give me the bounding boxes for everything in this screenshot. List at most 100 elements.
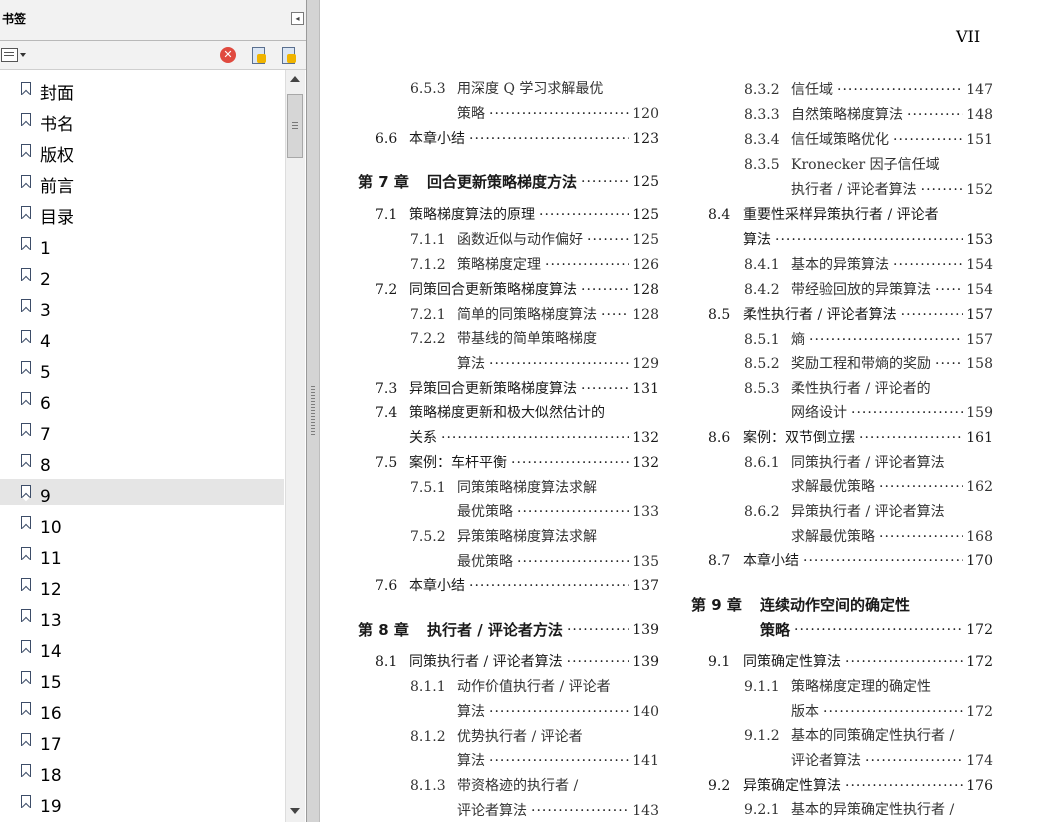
scroll-down-icon[interactable] <box>290 808 300 814</box>
bookmark-item[interactable]: 书名 <box>0 107 284 135</box>
toc-number: 8.1.3 <box>410 778 446 794</box>
toc-title: 简单的同策略梯度算法 <box>457 307 597 323</box>
toc-page-number: 141 <box>632 753 659 769</box>
toc-title: 回合更新策略梯度方法 <box>427 173 578 191</box>
toc-leader-dots: ········································… <box>935 282 963 298</box>
toc-title: 本章小结 <box>409 131 465 147</box>
bookmark-item[interactable]: 12 <box>0 572 284 600</box>
bookmark-icon <box>21 733 31 747</box>
bookmark-label: 10 <box>40 518 62 538</box>
toc-leader-dots: ········································… <box>865 753 964 769</box>
options-menu-button[interactable] <box>1 48 27 62</box>
toc-title: 版本 <box>791 704 819 720</box>
toc-title: Kronecker 因子信任域 <box>791 157 940 173</box>
toc-title: 信任域策略优化 <box>791 132 889 148</box>
toc-page-number: 162 <box>966 479 993 495</box>
scroll-up-icon[interactable] <box>290 76 300 82</box>
toc-leader-dots: ········································… <box>803 553 964 569</box>
toc-title: 奖励工程和带熵的奖励 <box>791 356 931 372</box>
bookmark-item[interactable]: 2 <box>0 262 284 290</box>
bookmark-item[interactable]: 14 <box>0 634 284 662</box>
page-number: VII <box>956 27 981 46</box>
toc-leader-dots: ········································… <box>900 307 964 323</box>
bookmark-icon <box>21 206 31 220</box>
bookmark-item[interactable]: 13 <box>0 603 284 631</box>
panel-splitter[interactable] <box>306 0 320 822</box>
bookmark-item[interactable]: 11 <box>0 541 284 569</box>
toc-number: 7.2 <box>375 282 398 298</box>
bookmark-label: 14 <box>40 642 62 662</box>
toc-title: 异策回合更新策略梯度算法 <box>409 381 577 397</box>
bookmark-label: 13 <box>40 611 62 631</box>
toc-title: 本章小结 <box>743 553 799 569</box>
bookmark-item[interactable]: 15 <box>0 665 284 693</box>
bookmark-item[interactable]: 16 <box>0 696 284 724</box>
toc-leader-dots: ········································… <box>823 704 963 720</box>
bookmark-item[interactable]: 5 <box>0 355 284 383</box>
toc-page-number: 139 <box>632 654 659 670</box>
bookmark-item[interactable]: 10 <box>0 510 284 538</box>
toc-page-number: 148 <box>966 107 993 123</box>
document-page: VII 6.5.3 用深度 Q 学习求解最优 策略 120 ··············… <box>320 0 1046 822</box>
toc-page-number: 158 <box>966 356 993 372</box>
bookmark-item[interactable]: 3 <box>0 293 284 321</box>
toc-title: 异策确定性算法 <box>743 778 841 794</box>
bookmark-item[interactable]: 版权 <box>0 138 284 166</box>
toc-leader-dots: ········································… <box>489 753 629 769</box>
toc-title: 基本的异策算法 <box>791 257 889 273</box>
toc-title: 同策回合更新策略梯度算法 <box>409 282 577 298</box>
bookmark-item[interactable]: 8 <box>0 448 284 476</box>
toc-title: 带基线的简单策略梯度 <box>457 331 597 347</box>
bookmarks-panel: 书签 ◂ ✕ 封面 书名 版权 前言 目录 1 2 3 4 5 6 7 8 9 10 11 12 13 14 15 16… <box>0 0 306 822</box>
toc-leader-dots: ········································… <box>441 430 630 446</box>
toc-number: 8.5.3 <box>744 381 780 397</box>
toc-number: 7.4 <box>375 405 398 421</box>
delete-bookmark-button[interactable]: ✕ <box>220 47 236 63</box>
toc-leader-dots: ········································… <box>879 529 963 545</box>
toc-number: 9.2 <box>708 778 731 794</box>
new-bookmark-button[interactable] <box>250 46 266 64</box>
bookmark-item[interactable]: 7 <box>0 417 284 445</box>
bookmark-label: 7 <box>40 425 51 445</box>
toc-page-number: 157 <box>966 307 993 323</box>
collapse-panel-button[interactable]: ◂ <box>291 12 304 25</box>
bookmark-item[interactable]: 封面 <box>0 76 284 104</box>
bookmark-icon <box>21 795 31 809</box>
toc-title: 同策执行者 / 评论者算法 <box>791 455 945 471</box>
toc-page-number: 154 <box>966 282 993 298</box>
bookmark-icon <box>21 237 31 251</box>
bookmark-item[interactable]: 9 <box>0 479 284 507</box>
toc-leader-dots: ········································… <box>469 131 630 147</box>
bookmark-item[interactable]: 17 <box>0 727 284 755</box>
bookmark-item[interactable]: 19 <box>0 789 284 817</box>
toc-title: 执行者 / 评论者算法 <box>791 182 917 198</box>
expand-bookmark-button[interactable] <box>280 46 296 64</box>
bookmark-item[interactable]: 目录 <box>0 200 284 228</box>
toc-title: 算法 <box>457 753 485 769</box>
toc-number: 6.5.3 <box>410 81 446 97</box>
toc-page-number: 140 <box>632 704 659 720</box>
toc-page-number: 159 <box>966 405 993 421</box>
toc-page-number: 170 <box>966 553 993 569</box>
bookmark-item[interactable]: 18 <box>0 758 284 786</box>
scroll-thumb[interactable] <box>287 94 303 158</box>
toc-page-number: 161 <box>966 430 993 446</box>
bookmark-icon <box>21 330 31 344</box>
toc-title: 最优策略 <box>457 504 513 520</box>
bookmark-item[interactable]: 4 <box>0 324 284 352</box>
toc-title: 算法 <box>457 704 485 720</box>
toc-number: 7.2.2 <box>410 331 446 347</box>
toc-number: 8.6.1 <box>744 455 780 471</box>
toc-page-number: 125 <box>632 174 659 190</box>
toc-leader-dots: ········································… <box>794 622 963 638</box>
toc-title: 求解最优策略 <box>791 479 875 495</box>
toc-title: 求解最优策略 <box>791 529 875 545</box>
bookmark-item[interactable]: 1 <box>0 231 284 259</box>
bookmark-item[interactable]: 前言 <box>0 169 284 197</box>
panel-title: 书签 <box>2 12 27 26</box>
toc-number: 7.1.2 <box>410 257 446 273</box>
toc-number: 8.1 <box>375 654 398 670</box>
bookmark-scrollbar[interactable] <box>285 70 305 822</box>
toc-title: 基本的异策确定性执行者 / <box>791 802 955 818</box>
bookmark-item[interactable]: 6 <box>0 386 284 414</box>
